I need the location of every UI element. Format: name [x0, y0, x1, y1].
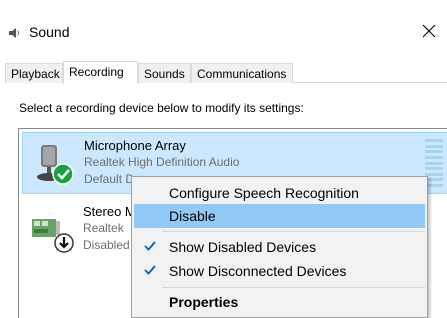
device-status: Default D: [84, 172, 135, 186]
tab-communications[interactable]: Communications: [191, 63, 293, 83]
device-name: Microphone Array: [84, 138, 186, 153]
menu-item-show-disabled[interactable]: Show Disabled Devices: [134, 235, 425, 259]
tab-sounds[interactable]: Sounds: [138, 63, 191, 83]
close-icon: [422, 24, 436, 38]
device-driver: Realtek: [83, 221, 124, 235]
context-menu: Configure Speech Recognition Disable Sho…: [131, 176, 428, 318]
menu-item-label: Disable: [169, 208, 216, 224]
checkmark-icon: [144, 241, 156, 251]
menu-item-show-disconnected[interactable]: Show Disconnected Devices: [134, 259, 425, 283]
speaker-icon: [9, 28, 19, 38]
instructions-text: Select a recording device below to modif…: [19, 101, 304, 115]
menu-item-disable[interactable]: Disable: [134, 204, 425, 228]
device-driver: Realtek High Definition Audio: [84, 155, 240, 169]
menu-item-properties[interactable]: Properties: [134, 290, 425, 314]
menu-separator: [162, 231, 425, 232]
close-button[interactable]: [417, 20, 441, 42]
device-name: Stereo M: [83, 204, 136, 219]
menu-separator: [162, 287, 425, 288]
tab-strip: Playback Recording Sounds Communications: [5, 61, 447, 84]
sound-card-icon: [32, 219, 74, 253]
menu-item-label: Configure Speech Recognition: [169, 185, 359, 201]
tab-playback[interactable]: Playback: [5, 63, 63, 83]
menu-item-label: Show Disabled Devices: [169, 239, 317, 255]
menu-item-configure-speech[interactable]: Configure Speech Recognition: [134, 181, 425, 205]
window-title: Sound: [29, 24, 70, 40]
menu-item-label: Show Disconnected Devices: [169, 263, 347, 279]
default-check-badge: [52, 163, 74, 185]
device-status: Disabled: [83, 238, 130, 252]
menu-item-label: Properties: [169, 294, 239, 310]
tab-recording[interactable]: Recording: [63, 61, 138, 84]
microphone-icon: [37, 145, 74, 185]
checkmark-icon: [144, 265, 156, 275]
title-bar: Sound: [0, 0, 447, 62]
